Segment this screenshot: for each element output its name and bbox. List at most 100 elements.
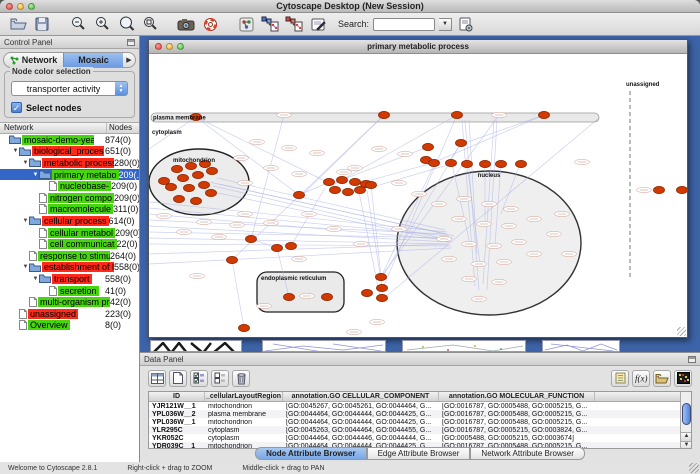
node[interactable]: [377, 294, 388, 301]
node[interactable]: [246, 235, 257, 242]
node-color-dropdown[interactable]: transporter activity ▲▼: [11, 81, 128, 96]
zoom-out-icon[interactable]: [68, 15, 88, 34]
tree-row-biological-process[interactable]: ▼biological_process651(0): [0, 146, 139, 158]
tree-row-response-to-stimulu[interactable]: response to stimulu264(0): [0, 250, 139, 262]
tree-row-cell-communicat[interactable]: cell communicat22(0): [0, 238, 139, 250]
node[interactable]: [429, 159, 440, 166]
node[interactable]: [462, 160, 473, 167]
tree-expander-icon[interactable]: ▼: [22, 218, 29, 224]
column-header-molecular-function[interactable]: annotation.GO MOLECULAR_FUNCTION: [439, 392, 595, 401]
attribute-batch-icon[interactable]: [611, 370, 629, 387]
tab-node-attribute-browser[interactable]: Node Attribute Browser: [255, 447, 367, 460]
node[interactable]: [284, 293, 295, 300]
node[interactable]: [286, 242, 297, 249]
node[interactable]: [677, 186, 688, 193]
background-window-fragment[interactable]: [150, 340, 242, 352]
tree-row-macromolecule[interactable]: macromolecule311(0): [0, 204, 139, 216]
node[interactable]: [174, 195, 185, 202]
help-icon[interactable]: [200, 15, 220, 34]
plasma-membrane-region[interactable]: [151, 113, 599, 122]
node[interactable]: [654, 186, 665, 193]
snapshot-icon[interactable]: [176, 15, 196, 34]
node[interactable]: [322, 293, 333, 300]
node[interactable]: [456, 139, 467, 146]
tree-row-nitrogen-compo[interactable]: nitrogen compo209(0): [0, 192, 139, 204]
vizmapper-icon[interactable]: [308, 15, 328, 34]
node[interactable]: [199, 181, 210, 188]
select-all-icon[interactable]: [148, 370, 166, 387]
node[interactable]: [184, 184, 195, 191]
node[interactable]: [227, 256, 238, 263]
node[interactable]: [178, 174, 189, 181]
node[interactable]: [343, 188, 354, 195]
search-input[interactable]: [373, 18, 435, 31]
node[interactable]: [496, 160, 507, 167]
save-icon[interactable]: [32, 15, 52, 34]
tree-expander-icon[interactable]: ▼: [22, 160, 29, 166]
zoom-in-icon[interactable]: [92, 15, 112, 34]
background-window-fragment[interactable]: [402, 340, 526, 352]
node[interactable]: [207, 167, 218, 174]
tree-row-transport[interactable]: ▼transport558(0): [0, 273, 139, 285]
tree-expander-icon[interactable]: ▼: [12, 148, 19, 154]
unselect-attributes-icon[interactable]: [211, 370, 229, 387]
node[interactable]: [294, 191, 305, 198]
tree-expander-icon[interactable]: ▼: [22, 264, 29, 270]
tab-network-attribute-browser[interactable]: Network Attribute Browser: [470, 447, 584, 460]
table-row[interactable]: YLR295Ccytoplasm[GO:0045263, GO:0044464,…: [149, 426, 691, 434]
delete-attribute-icon[interactable]: [232, 370, 250, 387]
select-nodes-checkbox[interactable]: ✓: [11, 102, 22, 113]
table-row[interactable]: YJR121W__1mitochondrion[GO:0045267, GO:0…: [149, 402, 691, 410]
search-dropdown-arrow-icon[interactable]: ▼: [439, 18, 452, 31]
node[interactable]: [172, 165, 183, 172]
table-row[interactable]: YPL036W__1mitochondrion[GO:0044464, GO:0…: [149, 418, 691, 426]
background-window-fragment[interactable]: [542, 340, 620, 352]
node[interactable]: [159, 177, 170, 184]
node[interactable]: [239, 324, 250, 331]
open-icon[interactable]: [8, 15, 28, 34]
node[interactable]: [366, 181, 377, 188]
network-window-titlebar[interactable]: primary metabolic process: [149, 40, 687, 54]
node[interactable]: [362, 289, 373, 296]
network-canvas[interactable]: plasma membranecytoplasmmitochondrionnuc…: [149, 54, 687, 337]
node[interactable]: [379, 111, 390, 118]
column-header-id[interactable]: ID: [149, 392, 205, 401]
window-resize-grip[interactable]: [689, 463, 699, 473]
tree-expander-icon[interactable]: ▼: [32, 172, 39, 178]
formula-builder-icon[interactable]: f(x): [632, 370, 650, 387]
node-attribute-icon[interactable]: [236, 15, 256, 34]
node[interactable]: [516, 160, 527, 167]
node[interactable]: [377, 284, 388, 291]
tree-row-metabolic-process[interactable]: ▼metabolic process280(0): [0, 157, 139, 169]
table-scrollbar[interactable]: ▲ ▼: [680, 392, 691, 449]
tree-expander-icon[interactable]: ▼: [32, 276, 39, 282]
node[interactable]: [423, 143, 434, 150]
tree-row-multi-organism-pro[interactable]: multi-organism pro42(0): [0, 296, 139, 308]
select-attributes-icon[interactable]: [190, 370, 208, 387]
node[interactable]: [376, 273, 387, 280]
window-resize-grip[interactable]: [677, 327, 686, 336]
node[interactable]: [324, 178, 335, 185]
tree-row-cellular-metabol[interactable]: cellular metabol209(0): [0, 227, 139, 239]
node[interactable]: [539, 111, 550, 118]
tab-mosaic[interactable]: Mosaic: [63, 53, 123, 67]
node[interactable]: [330, 186, 341, 193]
column-header-region[interactable]: _cellularLayoutRegion: [205, 392, 283, 401]
scrollbar-thumb[interactable]: [682, 403, 691, 425]
node[interactable]: [452, 111, 463, 118]
node[interactable]: [193, 171, 204, 178]
import-table-icon[interactable]: [653, 370, 671, 387]
import-attributes-icon[interactable]: [456, 15, 476, 34]
column-header-cellular-component[interactable]: annotation.GO CELLULAR_COMPONENT: [283, 392, 439, 401]
new-attribute-icon[interactable]: [169, 370, 187, 387]
tree-row-establishment-of-lo[interactable]: ▼establishment of lo558(0): [0, 262, 139, 274]
scroll-up-icon[interactable]: ▲: [681, 432, 692, 441]
zoom-fit-icon[interactable]: [116, 15, 136, 34]
apply-layout-b-icon[interactable]: [284, 15, 304, 34]
node[interactable]: [191, 197, 202, 204]
tree-row-unassigned[interactable]: unassigned223(0): [0, 308, 139, 320]
node[interactable]: [166, 183, 177, 190]
apply-layout-a-icon[interactable]: [260, 15, 280, 34]
tree-row-primary-metabo[interactable]: ▼primary metabo209(...: [0, 169, 139, 181]
tree-row-cellular-process[interactable]: ▼cellular process614(0): [0, 215, 139, 227]
